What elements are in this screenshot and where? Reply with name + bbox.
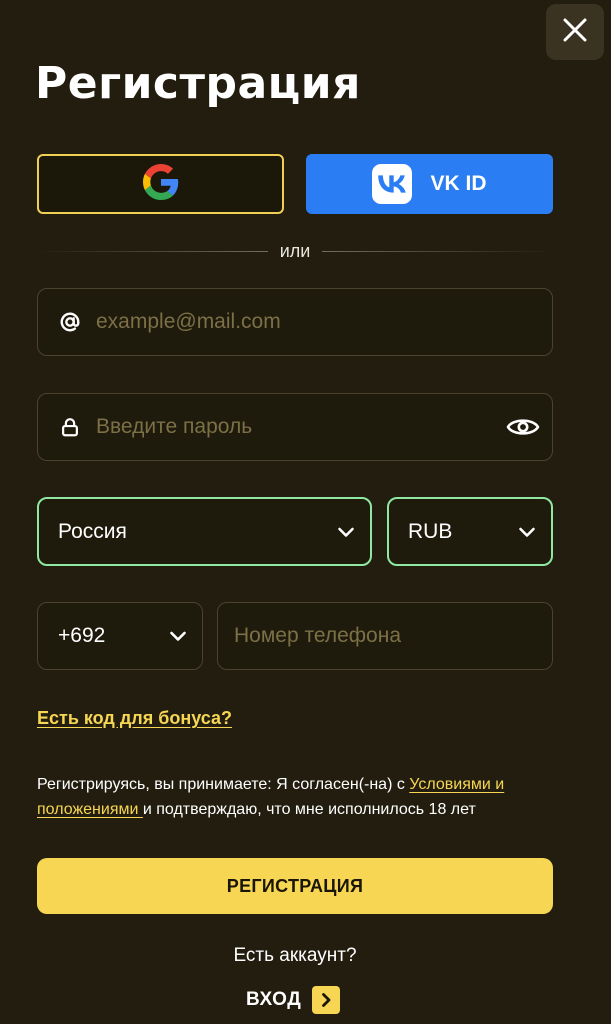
country-value: Россия [58, 519, 127, 543]
email-field[interactable] [37, 288, 553, 356]
divider-line-right [322, 250, 553, 252]
bonus-code-link[interactable]: Есть код для бонуса? [37, 708, 232, 729]
currency-select[interactable]: RUB [387, 497, 553, 566]
chevron-down-icon [517, 522, 537, 542]
close-icon [562, 17, 588, 48]
login-button[interactable]: ВХОД [246, 986, 341, 1014]
email-input[interactable] [96, 310, 552, 334]
phone-code-select[interactable]: +692 [37, 602, 203, 670]
login-label: ВХОД [246, 989, 302, 1010]
chevron-down-icon [168, 626, 188, 646]
country-select[interactable]: Россия [37, 497, 372, 566]
have-account-text: Есть аккаунт? [233, 945, 357, 966]
page-title: Регистрация [35, 58, 361, 109]
phone-number-field[interactable] [217, 602, 553, 670]
chevron-down-icon [336, 522, 356, 542]
password-field[interactable] [37, 393, 553, 461]
lock-icon [59, 416, 81, 438]
close-button[interactable] [546, 4, 604, 60]
phone-number-input[interactable] [234, 624, 538, 648]
terms-prefix: Регистрируясь, вы принимаете: Я согласен… [37, 776, 410, 793]
password-input[interactable] [96, 415, 491, 439]
at-sign-icon [59, 311, 81, 333]
google-logo-icon [142, 163, 179, 205]
divider-text: или [279, 240, 311, 261]
terms-suffix: и подтверждаю, что мне исполнилось 18 ле… [142, 801, 476, 818]
register-button[interactable]: РЕГИСТРАЦИЯ [37, 858, 553, 914]
google-login-button[interactable] [37, 154, 284, 214]
terms-text: Регистрируясь, вы принимаете: Я согласен… [37, 772, 557, 822]
or-divider: или [37, 238, 553, 264]
divider-line-left [37, 250, 268, 252]
currency-value: RUB [408, 519, 453, 543]
vk-id-label: VK ID [430, 172, 487, 195]
vk-id-login-button[interactable]: VK ID [306, 154, 553, 214]
phone-code-value: +692 [58, 624, 106, 647]
eye-icon[interactable] [506, 415, 540, 439]
chevron-right-icon [312, 986, 341, 1014]
vk-logo-icon [372, 164, 413, 204]
